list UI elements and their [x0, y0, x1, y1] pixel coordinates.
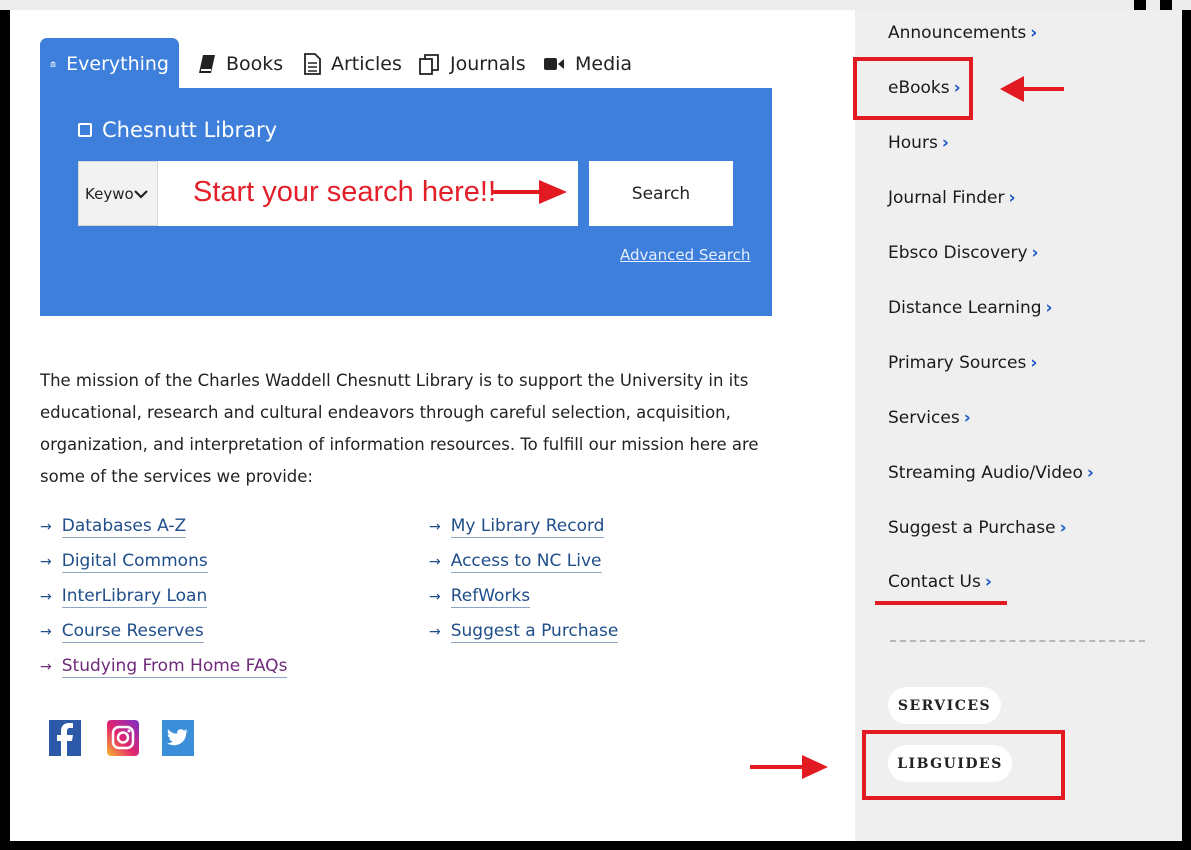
arrow-right-icon: →	[40, 589, 52, 605]
sidebar-item-hours[interactable]: Hours ›	[888, 133, 949, 153]
link-nc-live[interactable]: → Access to NC Live	[429, 551, 602, 573]
chevron-right-icon: ›	[1045, 298, 1053, 318]
sidebar-item-announcements[interactable]: Announcements ›	[888, 23, 1037, 43]
institution-icon	[50, 61, 56, 67]
tab-journals[interactable]: Journals	[408, 38, 536, 90]
document-icon	[304, 53, 321, 75]
annotation-arrow-right	[750, 755, 828, 779]
instagram-icon[interactable]	[107, 720, 139, 756]
search-type-value: Keywo	[85, 184, 134, 203]
link-refworks[interactable]: → RefWorks	[429, 586, 531, 608]
sidebar-item-suggest-purchase[interactable]: Suggest a Purchase ›	[888, 518, 1067, 538]
sidebar-item-label: Streaming Audio/Video	[888, 463, 1083, 483]
annotation-box-ebooks	[853, 57, 973, 120]
link-label: Digital Commons	[61, 551, 208, 573]
link-label: InterLibrary Loan	[61, 586, 208, 608]
sidebar-item-ebsco[interactable]: Ebsco Discovery ›	[888, 243, 1039, 263]
link-label: Databases A-Z	[61, 516, 187, 538]
chevron-right-icon: ›	[1030, 353, 1038, 373]
sidebar-item-primary-sources[interactable]: Primary Sources ›	[888, 353, 1037, 373]
sidebar-item-label: Contact Us	[888, 572, 981, 592]
tab-books[interactable]: Books	[188, 38, 293, 90]
sidebar-item-services[interactable]: Services ›	[888, 408, 971, 428]
advanced-search-link[interactable]: Advanced Search	[620, 246, 750, 264]
twitter-icon[interactable]	[162, 720, 194, 756]
annotation-arrow-right	[493, 180, 567, 204]
arrow-right-icon: →	[40, 554, 52, 570]
chevron-right-icon: ›	[1086, 463, 1094, 483]
scope-checkbox[interactable]: Chesnutt Library	[78, 118, 277, 142]
sidebar-item-label: Ebsco Discovery	[888, 243, 1028, 263]
arrow-right-icon: →	[429, 589, 441, 605]
annotation-text: Start your search here!!	[193, 176, 497, 208]
link-label: Course Reserves	[61, 621, 204, 643]
search-button[interactable]: Search	[589, 161, 733, 226]
mission-text: The mission of the Charles Waddell Chesn…	[40, 371, 759, 486]
link-my-library-record[interactable]: → My Library Record	[429, 516, 605, 538]
chevron-right-icon: ›	[1031, 243, 1039, 263]
tab-articles[interactable]: Articles	[293, 38, 412, 90]
chevron-right-icon: ›	[1008, 188, 1016, 208]
link-label: Studying From Home FAQs	[61, 656, 288, 678]
sidebar-item-label: Suggest a Purchase	[888, 518, 1056, 538]
arrow-right-icon: →	[429, 624, 441, 640]
link-label: Suggest a Purchase	[450, 621, 619, 643]
tab-label: Journals	[450, 53, 526, 75]
tab-everything[interactable]: Everything	[40, 38, 179, 90]
tab-label: Books	[226, 53, 284, 75]
sidebar-item-distance-learning[interactable]: Distance Learning ›	[888, 298, 1053, 318]
arrow-right-icon: →	[429, 519, 441, 535]
chevron-right-icon: ›	[1059, 518, 1067, 538]
sidebar-item-label: Journal Finder	[888, 188, 1005, 208]
chevron-right-icon: ›	[941, 133, 949, 153]
sidebar-item-label: Distance Learning	[888, 298, 1042, 318]
sidebar-item-contact-us[interactable]: Contact Us ›	[888, 572, 992, 592]
annotation-underline-contact	[875, 601, 1007, 605]
link-label: Access to NC Live	[450, 551, 602, 573]
tab-label: Media	[575, 53, 633, 75]
sidebar-item-streaming[interactable]: Streaming Audio/Video ›	[888, 463, 1094, 483]
sidebar-item-label: Primary Sources	[888, 353, 1027, 373]
annotation-arrow-left	[1000, 76, 1064, 102]
annotation-box-libguides	[862, 730, 1065, 800]
chevron-right-icon: ›	[984, 572, 992, 592]
sidebar-item-label: Hours	[888, 133, 938, 153]
facebook-icon[interactable]	[49, 720, 81, 756]
arrow-right-icon: →	[40, 519, 52, 535]
book-icon	[199, 55, 215, 73]
top-strip	[0, 0, 1191, 10]
link-course-reserves[interactable]: → Course Reserves	[40, 621, 204, 643]
arrow-right-icon: →	[429, 554, 441, 570]
sidebar-item-label: Announcements	[888, 23, 1027, 43]
divider	[890, 640, 1145, 642]
link-digital-commons[interactable]: → Digital Commons	[40, 551, 208, 573]
arrow-right-icon: →	[40, 624, 52, 640]
link-databases[interactable]: → Databases A-Z	[40, 516, 187, 538]
sidebar-item-label: Services	[888, 408, 960, 428]
chevron-down-icon	[133, 189, 148, 199]
link-label: My Library Record	[450, 516, 605, 538]
checkbox-icon	[78, 123, 92, 137]
search-type-select[interactable]: Keywo	[78, 161, 158, 226]
arrow-right-icon: →	[40, 659, 52, 675]
sidebar-item-journal-finder[interactable]: Journal Finder ›	[888, 188, 1016, 208]
chevron-right-icon: ›	[1030, 23, 1038, 43]
scope-label: Chesnutt Library	[102, 118, 278, 142]
link-suggest-purchase[interactable]: → Suggest a Purchase	[429, 621, 619, 643]
link-studying-from-home[interactable]: → Studying From Home FAQs	[40, 656, 288, 678]
journals-icon	[419, 54, 439, 75]
video-camera-icon	[544, 58, 564, 70]
link-interlibrary-loan[interactable]: → InterLibrary Loan	[40, 586, 208, 608]
tab-media[interactable]: Media	[533, 38, 642, 90]
tab-label: Articles	[331, 53, 402, 75]
chevron-right-icon: ›	[963, 408, 971, 428]
link-label: RefWorks	[450, 586, 531, 608]
services-pill-button[interactable]: SERVICES	[888, 687, 1001, 724]
tab-label: Everything	[66, 53, 169, 75]
